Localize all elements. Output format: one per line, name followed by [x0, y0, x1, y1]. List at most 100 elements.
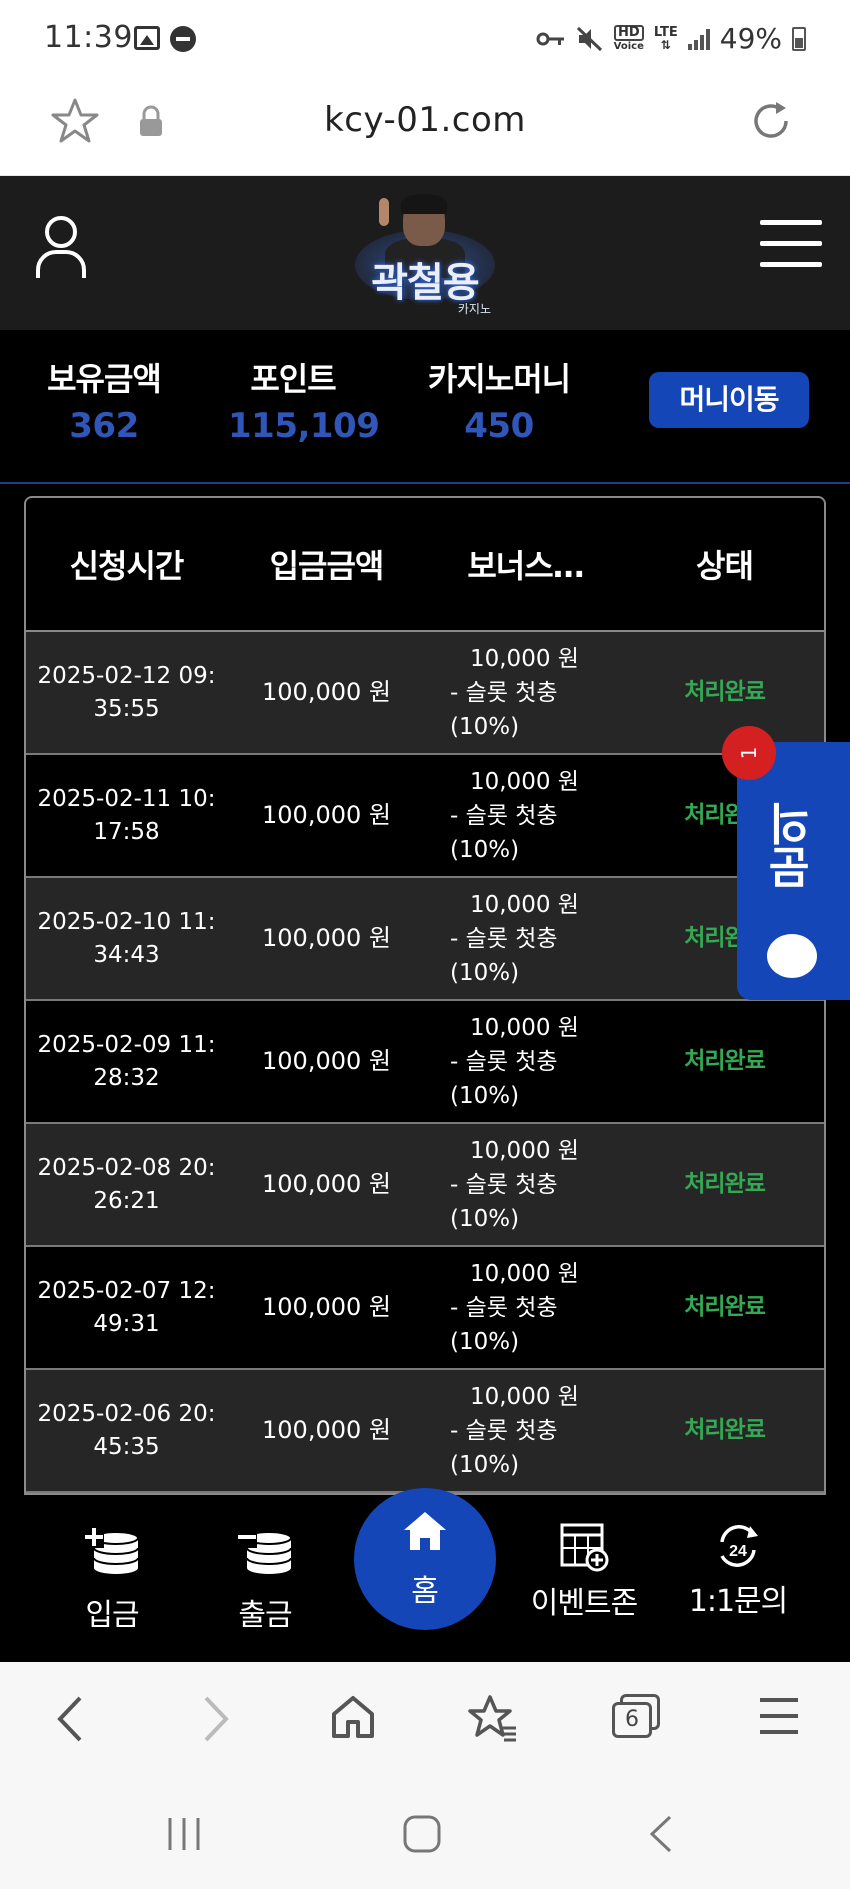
- android-nav-bar: [0, 1776, 850, 1889]
- chat-bubble-icon: [767, 934, 817, 978]
- table-row[interactable]: 2025-02-08 20:26:21 100,000 원 10,000 원 - …: [26, 1124, 824, 1247]
- row-bonus: 10,000 원 - 슬롯 첫충 (10%): [426, 1257, 625, 1359]
- nav-inquiry-label: 1:1문의: [688, 1584, 788, 1619]
- nav-inquiry[interactable]: 24 1:1문의: [686, 1522, 790, 1620]
- deposit-coins-icon: [84, 1528, 139, 1574]
- row-status: 처리완료: [684, 1171, 766, 1197]
- tab-count: 6: [612, 1702, 652, 1738]
- table-header: 신청시간 입금금액 보너스… 상태: [26, 498, 824, 632]
- forward-arrow-icon[interactable]: [198, 1694, 234, 1744]
- table-row[interactable]: 2025-02-12 09:35:55 100,000 원 10,000 원 - …: [26, 632, 824, 755]
- status-right-icons: HD Voice LTE ⇅ 49%: [536, 22, 806, 55]
- row-amount: 100,000 원: [262, 1170, 391, 1198]
- hd-voice-icon: HD Voice: [613, 24, 644, 53]
- url-text[interactable]: kcy-01.com: [0, 100, 850, 140]
- row-amount: 100,000 원: [262, 678, 391, 706]
- table-row[interactable]: 2025-02-10 11:34:43 100,000 원 10,000 원 - …: [26, 878, 824, 1001]
- support-24h-icon: 24: [720, 1525, 758, 1567]
- site-header: 곽철용 카지노: [0, 176, 850, 330]
- row-time: 2025-02-06 20:45:35: [37, 1400, 216, 1460]
- logo-figure-hair: [401, 194, 447, 214]
- table-row[interactable]: 2025-02-09 11:28:32 100,000 원 10,000 원 - …: [26, 1001, 824, 1124]
- nav-deposit-label: 입금: [85, 1598, 139, 1633]
- row-amount: 100,000 원: [262, 924, 391, 952]
- table-row[interactable]: 2025-02-07 12:49:31 100,000 원 10,000 원 - …: [26, 1247, 824, 1370]
- nav-withdraw[interactable]: 출금: [215, 1522, 315, 1634]
- bottom-nav: 입금 출금 홈 이벤트존 24 1:1문의: [0, 1488, 850, 1662]
- header-amount: 입금금액: [269, 547, 385, 585]
- lte-text: LTE: [653, 24, 678, 40]
- row-bonus: 10,000 원 - 슬롯 첫충 (10%): [426, 1134, 625, 1236]
- data-arrows-icon: ⇅: [660, 37, 671, 52]
- logo-figure-finger: [379, 198, 389, 226]
- browser-toolbar: 6: [0, 1662, 850, 1776]
- row-amount: 100,000 원: [262, 1293, 391, 1321]
- tabs-icon[interactable]: 6: [612, 1694, 662, 1740]
- row-bonus-desc: - 슬롯 첫충 (10%): [449, 679, 558, 740]
- voice-text: Voice: [613, 40, 644, 52]
- row-bonus-amount: 10,000 원: [469, 1260, 579, 1287]
- balance-row: 보유금액 362 포인트 115,109 카지노머니 450 머니이동: [0, 330, 850, 484]
- money-move-button[interactable]: 머니이동: [649, 372, 809, 428]
- row-bonus-amount: 10,000 원: [469, 768, 579, 795]
- status-time: 11:39: [44, 20, 133, 55]
- header-status: 상태: [696, 547, 754, 585]
- nav-event-zone[interactable]: 이벤트존: [522, 1522, 646, 1622]
- row-bonus-desc: - 슬롯 첫충 (10%): [449, 1417, 558, 1478]
- nav-withdraw-label: 출금: [238, 1598, 292, 1633]
- bookmarks-star-icon[interactable]: [468, 1694, 518, 1742]
- browser-home-icon[interactable]: [330, 1694, 376, 1740]
- casino-label: 카지노머니: [427, 360, 571, 398]
- nav-deposit[interactable]: 입금: [62, 1522, 162, 1634]
- holding-label: 보유금액: [47, 360, 162, 398]
- table-row[interactable]: 2025-02-06 20:45:35 100,000 원 10,000 원 - …: [26, 1370, 824, 1493]
- recent-apps-icon[interactable]: [164, 1814, 204, 1854]
- row-bonus: 10,000 원 - 슬롯 첫충 (10%): [426, 642, 625, 744]
- android-back-icon[interactable]: [648, 1814, 674, 1854]
- deposit-history-table: 신청시간 입금금액 보너스… 상태 2025-02-12 09:35:55 10…: [24, 496, 826, 1495]
- row-time: 2025-02-09 11:28:32: [37, 1031, 216, 1091]
- support-24h-text: 24: [729, 1543, 747, 1560]
- row-time: 2025-02-08 20:26:21: [37, 1154, 216, 1214]
- hd-text: HD: [613, 24, 644, 41]
- status-left-icons: [130, 26, 196, 52]
- row-time: 2025-02-07 12:49:31: [37, 1277, 216, 1337]
- row-bonus-amount: 10,000 원: [469, 1383, 579, 1410]
- status-bar: 11:39 HD Voice LTE ⇅ 49%: [0, 0, 850, 78]
- lte-icon: LTE ⇅: [653, 24, 678, 52]
- row-time: 2025-02-10 11:34:43: [37, 908, 216, 968]
- row-bonus: 10,000 원 - 슬롯 첫충 (10%): [426, 888, 625, 990]
- nav-home-label: 홈: [411, 1574, 439, 1609]
- row-status: 처리완료: [684, 1417, 766, 1443]
- header-time: 신청시간: [69, 547, 185, 585]
- row-bonus: 10,000 원 - 슬롯 첫충 (10%): [426, 1011, 625, 1113]
- row-bonus: 10,000 원 - 슬롯 첫충 (10%): [426, 1380, 625, 1482]
- points-label: 포인트: [250, 360, 336, 398]
- reload-icon[interactable]: [746, 96, 796, 146]
- chat-tab-label: 문의: [768, 802, 819, 890]
- site-logo[interactable]: 곽철용 카지노: [345, 190, 505, 320]
- do-not-disturb-icon: [170, 26, 196, 52]
- points-value: 115,109: [228, 406, 380, 446]
- points-balance: 포인트 115,109: [228, 354, 380, 446]
- browser-menu-icon[interactable]: [758, 1694, 800, 1738]
- menu-hamburger-icon[interactable]: [760, 220, 822, 267]
- back-arrow-icon[interactable]: [52, 1694, 88, 1744]
- holding-value: 362: [69, 406, 139, 446]
- user-icon[interactable]: [34, 214, 88, 280]
- row-bonus-desc: - 슬롯 첫충 (10%): [449, 802, 558, 863]
- inquiry-chat-tab[interactable]: 문의: [737, 742, 850, 1000]
- battery-percent: 49%: [719, 22, 782, 55]
- key-icon: [536, 32, 564, 45]
- battery-icon: [792, 26, 806, 51]
- android-home-icon[interactable]: [402, 1814, 442, 1854]
- row-bonus-desc: - 슬롯 첫충 (10%): [449, 1171, 558, 1232]
- nav-home[interactable]: 홈: [354, 1488, 496, 1630]
- casino-balance: 카지노머니 450: [414, 354, 584, 446]
- row-status: 처리완료: [684, 679, 766, 705]
- table-row[interactable]: 2025-02-11 10:17:58 100,000 원 10,000 원 - …: [26, 755, 824, 878]
- row-bonus-amount: 10,000 원: [469, 645, 579, 672]
- casino-value: 450: [464, 406, 534, 446]
- row-time: 2025-02-12 09:35:55: [37, 662, 216, 722]
- browser-url-bar: kcy-01.com: [0, 78, 850, 176]
